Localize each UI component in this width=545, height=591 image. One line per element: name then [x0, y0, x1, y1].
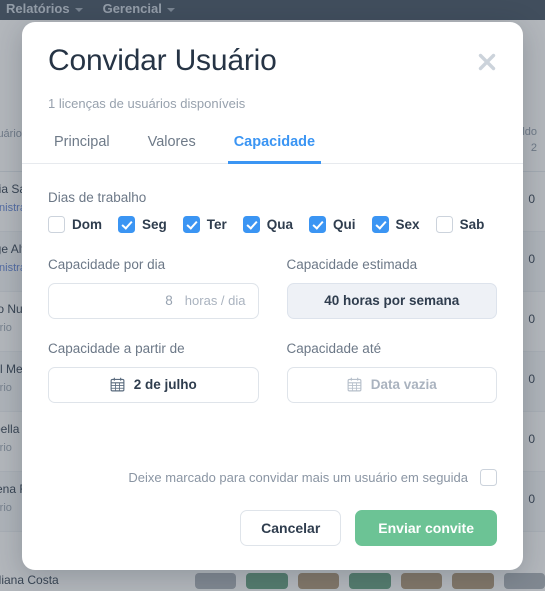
modal-tabs: Principal Valores Capacidade — [22, 133, 523, 164]
day-checkbox-sex[interactable]: Sex — [371, 215, 420, 233]
capacity-per-day-input[interactable]: 8 horas / dia — [48, 282, 259, 319]
capacity-until-label: Capacidade até — [286, 340, 382, 356]
capacity-per-day-label: Capacidade por dia — [48, 256, 166, 272]
checkbox-box[interactable] — [48, 215, 65, 233]
work-days-group: Dom Seg Ter Qua Qui Sex Sab — [48, 215, 497, 233]
capacity-from-value: 2 de julho — [133, 377, 197, 393]
checkbox-box[interactable] — [309, 215, 327, 233]
checkbox-box[interactable] — [242, 215, 260, 233]
day-label: Sex — [395, 216, 420, 232]
close-icon — [478, 53, 496, 71]
day-checkbox-dom[interactable]: Dom — [48, 215, 102, 233]
capacity-per-day-field: Capacidade por dia 8 horas / dia — [48, 257, 259, 319]
day-checkbox-ter[interactable]: Ter — [182, 215, 227, 233]
day-label: Qua — [266, 216, 294, 232]
day-label: Ter — [206, 216, 227, 232]
checkbox-box[interactable] — [182, 215, 200, 233]
capacity-until-value: Data vazia — [370, 377, 437, 393]
checkbox-box[interactable] — [371, 215, 389, 233]
capacity-from-date-picker[interactable]: 2 de julho — [48, 366, 259, 403]
modal-action-buttons: Cancelar Enviar convite — [48, 510, 497, 546]
capacity-row-1: Capacidade por dia 8 horas / dia Capacid… — [48, 257, 497, 319]
day-checkbox-qua[interactable]: Qua — [242, 215, 294, 233]
estimated-capacity-label: Capacidade estimada — [286, 256, 418, 272]
estimated-capacity-value: 40 horas por semana — [286, 282, 497, 319]
day-checkbox-qui[interactable]: Qui — [309, 215, 356, 233]
capacity-until-date-picker[interactable]: Data vazia — [286, 366, 497, 403]
calendar-icon — [110, 377, 125, 392]
day-label: Seg — [142, 216, 167, 232]
keep-open-checkbox[interactable] — [480, 469, 497, 486]
keep-open-checkbox-row[interactable]: Deixe marcado para convidar mais um usuá… — [48, 469, 497, 486]
day-label: Dom — [72, 216, 102, 232]
cancel-button[interactable]: Cancelar — [240, 510, 342, 546]
tab-valores[interactable]: Valores — [142, 133, 202, 164]
capacity-per-day-value: 8 — [165, 293, 173, 309]
modal-footer: Deixe marcado para convidar mais um usuá… — [22, 469, 523, 570]
tab-capacidade[interactable]: Capacidade — [227, 133, 322, 164]
calendar-icon — [347, 377, 362, 392]
checkbox-box[interactable] — [435, 215, 453, 233]
license-availability-text: 1 licenças de usuários disponíveis — [48, 95, 246, 111]
day-label: Qui — [333, 216, 356, 232]
capacity-per-day-suffix: horas / dia — [184, 293, 246, 309]
send-invite-button[interactable]: Enviar convite — [355, 510, 497, 546]
capacity-row-2: Capacidade a partir de 2 de julho Capaci… — [48, 341, 497, 403]
capacity-from-label: Capacidade a partir de — [48, 340, 185, 356]
capacity-from-field: Capacidade a partir de 2 de julho — [48, 341, 259, 403]
modal-header: Convidar Usuário 1 licenças de usuários … — [22, 22, 523, 164]
close-button[interactable] — [473, 48, 501, 76]
invite-user-modal: Convidar Usuário 1 licenças de usuários … — [22, 22, 523, 570]
day-checkbox-seg[interactable]: Seg — [118, 215, 167, 233]
day-checkbox-sab[interactable]: Sab — [435, 215, 485, 233]
capacity-until-field: Capacidade até Data vazia — [286, 340, 497, 403]
estimated-capacity-field: Capacidade estimada 40 horas por semana — [286, 256, 497, 319]
tab-principal[interactable]: Principal — [48, 133, 116, 164]
day-label: Sab — [459, 216, 485, 232]
modal-body: Dias de trabalho Dom Seg Ter Qua Qui Sex… — [22, 164, 523, 469]
page-title: Convidar Usuário — [48, 44, 277, 77]
checkbox-box[interactable] — [118, 215, 135, 233]
work-days-label: Dias de trabalho — [48, 189, 147, 205]
keep-open-label: Deixe marcado para convidar mais um usuá… — [128, 470, 468, 485]
